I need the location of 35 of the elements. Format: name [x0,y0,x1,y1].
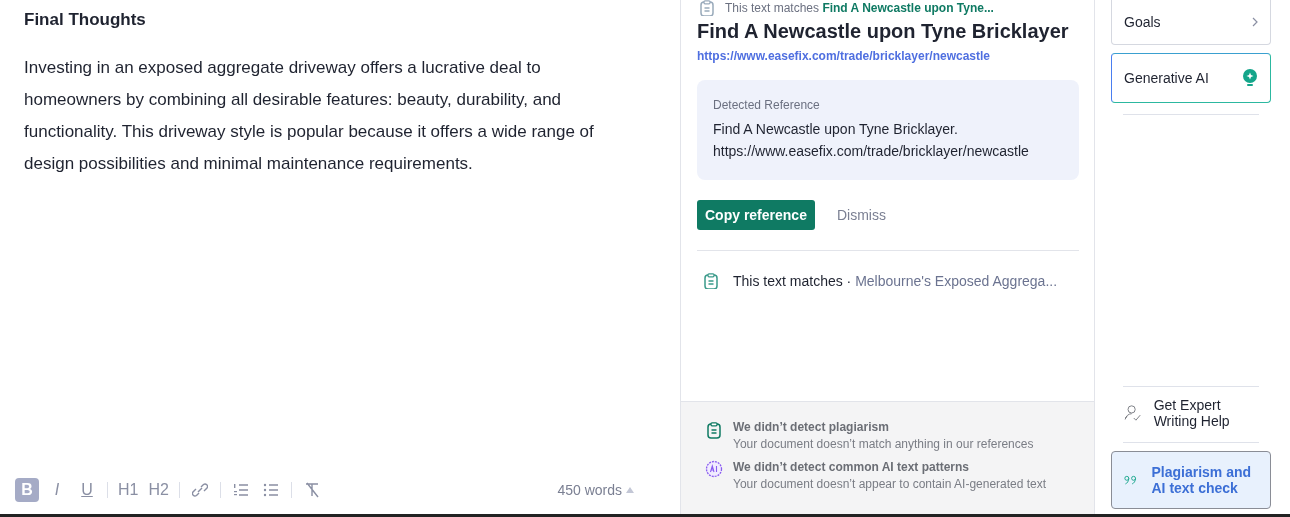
reference-label: Detected Reference [713,98,821,112]
copy-button[interactable]: Copy reference [697,200,815,230]
check-title: We didn’t detect common AI text patterns [733,460,971,474]
match-summary: This text matches Find A Newcastle upon Tyne... [725,1,994,15]
heading-button[interactable]: H2 [146,478,171,502]
ai-badge-icon [705,460,723,478]
italic-button[interactable]: I [45,478,69,502]
bold-button[interactable]: B [15,478,39,502]
match-item[interactable]: This text matches · Melbourne's Exposed Aggrega... [733,273,1058,289]
reference-text: Find A Newcastle upon Tyne Bricklayer. https://www.easefix.com/trade/bricklayer/newcastle [713,120,1030,161]
expert-help-button[interactable]: Get Expert Writing Help [1111,387,1271,439]
clipboard-icon [703,273,719,289]
plagiarism-check-button[interactable]: Plagiarism and AI text check [1111,451,1271,509]
heading-button[interactable]: H1 [116,478,141,502]
chevron-right-icon [1252,17,1258,27]
paragraph: Investing in an exposed aggregate driveway offers a lucrative deal to homeowners by combining all desirable features: beauty, durability, and functionality. This driveway style is popular because it offers a wide range of design possibilities and minimal maintenance requirements. [24,57,595,175]
check-detail: Your document doesn’t appear to contain AI-generated text [733,477,1047,491]
clear-format-icon [303,482,320,498]
numbered-list-icon [232,482,249,498]
dismiss-button[interactable]: Dismiss [830,206,892,224]
goals-button[interactable]: Goals [1111,0,1271,45]
check-detail: Your document doesn’t match anything in our references [733,437,1034,451]
generative-ai-button[interactable]: Generative AI [1111,53,1271,103]
clipboard-icon [699,0,715,16]
link-icon [191,482,208,498]
bulleted-list-icon [262,482,279,498]
source-link[interactable]: https://www.easefix.com/trade/bricklayer/newcastle [697,49,990,63]
clipboard-icon [705,420,723,440]
word-count[interactable]: 450 words [557,482,622,498]
lightbulb-icon [1242,69,1258,87]
check-title: We didn’t detect plagiarism [733,420,890,434]
caret-up-icon [626,487,634,493]
source-title: Find A Newcastle upon Tyne Bricklayer [697,20,1070,43]
section-heading: Final Thoughts [24,10,147,30]
underline-button[interactable]: U [75,478,99,502]
